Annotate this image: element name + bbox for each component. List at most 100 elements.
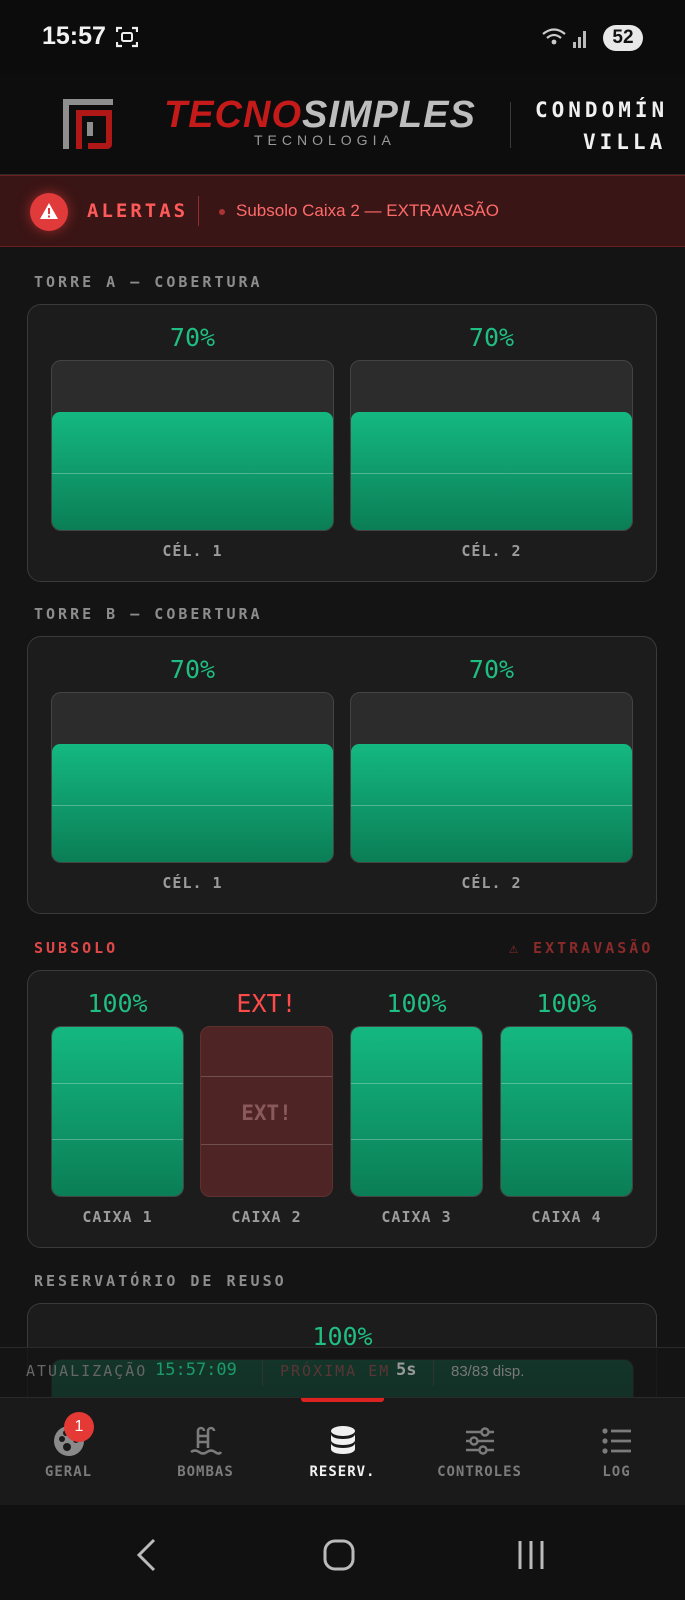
tank-fill — [351, 1027, 482, 1196]
warning-icon — [30, 193, 68, 231]
tank-gridline — [351, 804, 632, 806]
tank-gauge[interactable] — [500, 1026, 633, 1197]
tank-label: CAIXA 1 — [82, 1208, 153, 1226]
bottom-nav: 1 GERAL BOMBAS RESERV. CONTROLES LOG — [0, 1397, 685, 1506]
tank-percent: 70% — [169, 323, 216, 352]
info-divider — [262, 1360, 263, 1386]
back-icon[interactable] — [134, 1538, 158, 1572]
tank-gridline — [501, 1082, 632, 1084]
recents-icon[interactable] — [516, 1539, 546, 1571]
panel-torre-a: 70% CÉL. 1 70% CÉL. 2 — [27, 304, 657, 582]
panel-torre-b: 70% CÉL. 1 70% CÉL. 2 — [27, 636, 657, 914]
tank-gridline — [351, 472, 632, 474]
update-info-bar: ATUALIZAÇÃO 15:57:09 PRÓXIMA EM 5s 83/83… — [0, 1347, 685, 1398]
condo-name-line2: VILLA — [583, 130, 667, 154]
alerts-label: ALERTAS — [87, 200, 189, 222]
tab-bombas[interactable]: BOMBAS — [137, 1398, 274, 1506]
info-divider — [433, 1360, 434, 1386]
tab-log[interactable]: LOG — [548, 1398, 685, 1506]
tank-fill — [501, 1027, 632, 1196]
tank-gridline — [52, 1082, 183, 1084]
tank-gauge[interactable] — [51, 360, 334, 531]
alert-divider — [198, 196, 199, 226]
tank-percent: 100% — [386, 989, 447, 1018]
status-bar: 15:57 52 — [0, 0, 685, 74]
tab-controles[interactable]: CONTROLES — [411, 1398, 548, 1506]
tank-label: CÉL. 2 — [461, 874, 522, 892]
alert-bullet — [219, 209, 225, 215]
tank-percent: 100% — [536, 989, 597, 1018]
tank-label: CÉL. 2 — [461, 542, 522, 560]
tank-gridline — [501, 1138, 632, 1140]
tank-gauge[interactable] — [350, 360, 633, 531]
tank-fill — [351, 743, 632, 862]
tab-label: BOMBAS — [177, 1464, 234, 1480]
tank-gauge[interactable] — [51, 692, 334, 863]
tank-gridline — [52, 1138, 183, 1140]
tank-label: CAIXA 2 — [231, 1208, 302, 1226]
wifi-icon — [542, 28, 586, 48]
tank-gridline — [52, 804, 333, 806]
tab-label: RESERV. — [309, 1464, 376, 1480]
sliders-icon — [465, 1427, 494, 1455]
overflow-flag: ⚠ EXTRAVASÃO — [509, 939, 654, 957]
tab-label: CONTROLES — [437, 1464, 522, 1480]
tank-gauge[interactable] — [350, 1026, 483, 1197]
system-nav-bar — [0, 1505, 685, 1600]
tank-label: CAIXA 3 — [381, 1208, 452, 1226]
tank-percent: 70% — [468, 655, 515, 684]
overflow-text: EXT! — [241, 1101, 292, 1125]
tank-gridline — [201, 1076, 332, 1077]
condo-name: CONDOMÍN VILLA — [535, 94, 668, 158]
pool-pump-icon — [189, 1426, 222, 1455]
qr-scan-icon — [116, 26, 138, 48]
section-title-subsolo: SUBSOLO — [34, 939, 119, 957]
tank-gridline — [52, 472, 333, 474]
tank-label: CÉL. 1 — [162, 874, 223, 892]
tank-label: CÉL. 1 — [162, 542, 223, 560]
tank-gridline — [351, 1138, 482, 1140]
tank-fill — [52, 1027, 183, 1196]
condo-name-line1: CONDOMÍN — [535, 98, 669, 122]
section-title-torre-a: TORRE A — COBERTURA — [34, 273, 263, 291]
tank-gauge[interactable] — [350, 692, 633, 863]
brand-subtitle: TECNOLOGIA — [254, 132, 396, 148]
header-divider — [510, 102, 511, 148]
devices-count: 83/83 disp. — [451, 1363, 525, 1380]
status-time: 15:57 — [42, 22, 106, 50]
section-title-reuso: RESERVATÓRIO DE REUSO — [34, 1272, 287, 1290]
tank-status-overflow: EXT! — [236, 989, 297, 1018]
app-header: TECNOSIMPLES TECNOLOGIA CONDOMÍN VILLA — [0, 74, 685, 175]
next-update-value: 5s — [396, 1360, 417, 1380]
tank-percent: 70% — [169, 655, 216, 684]
tank-gauge-overflow[interactable]: EXT! — [200, 1026, 333, 1197]
home-icon[interactable] — [323, 1539, 355, 1571]
list-icon — [601, 1428, 631, 1454]
tank-gridline — [351, 1082, 482, 1084]
next-update-label: PRÓXIMA EM — [280, 1362, 391, 1380]
tank-fill — [351, 411, 632, 530]
notification-badge: 1 — [64, 1412, 94, 1442]
tank-fill — [52, 411, 333, 530]
alert-bar[interactable]: ALERTAS Subsolo Caixa 2 — EXTRAVASÃO — [0, 175, 685, 247]
battery-indicator: 52 — [603, 25, 643, 51]
update-time: 15:57:09 — [155, 1360, 237, 1380]
brand-name: TECNOSIMPLES — [164, 94, 476, 137]
tank-fill — [52, 743, 333, 862]
brand-part-tecno: TECNO — [164, 94, 302, 136]
tab-reserv[interactable]: RESERV. — [274, 1398, 411, 1506]
section-title-torre-b: TORRE B — COBERTURA — [34, 605, 263, 623]
tank-percent: 70% — [468, 323, 515, 352]
tank-label: CAIXA 4 — [531, 1208, 602, 1226]
tecnosimples-logo — [63, 99, 113, 149]
tank-gauge[interactable] — [51, 1026, 184, 1197]
update-label: ATUALIZAÇÃO — [26, 1362, 148, 1380]
tank-gridline — [201, 1143, 332, 1145]
database-icon — [330, 1426, 355, 1454]
tab-geral[interactable]: 1 GERAL — [0, 1398, 137, 1506]
tab-label: LOG — [602, 1464, 631, 1480]
tank-percent: 100% — [87, 989, 148, 1018]
alert-message[interactable]: Subsolo Caixa 2 — EXTRAVASÃO — [236, 201, 499, 221]
panel-subsolo: 100% CAIXA 1 EXT! EXT! CAIXA 2 100% CAIX… — [27, 970, 657, 1248]
tab-label: GERAL — [44, 1464, 93, 1480]
